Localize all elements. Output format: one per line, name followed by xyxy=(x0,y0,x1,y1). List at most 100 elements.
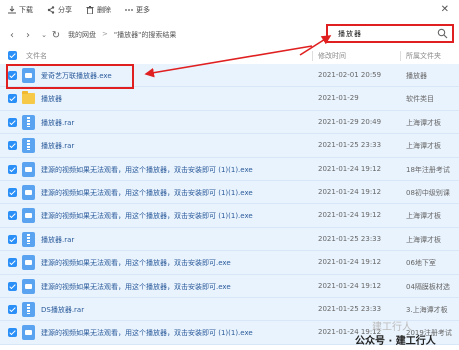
more-button[interactable]: 更多 xyxy=(125,5,150,15)
file-location[interactable]: 软件类目 xyxy=(406,94,458,104)
column-divider xyxy=(400,51,401,61)
exe-file-icon xyxy=(22,161,35,177)
more-dots-icon xyxy=(125,6,133,14)
trash-icon xyxy=(86,6,94,14)
table-row[interactable]: 建源的视频如果无法观看，用这个播放器，双击安装即可 (1)(1).exe 2021… xyxy=(0,157,459,181)
delete-button[interactable]: 删除 xyxy=(86,5,111,15)
exe-file-icon xyxy=(22,68,35,83)
close-icon[interactable]: ✕ xyxy=(441,5,449,15)
file-date: 2021-01-24 19:12 xyxy=(318,211,382,220)
file-name[interactable]: 建源的视频如果无法观看，用这个播放器，双击安装即可.exe xyxy=(41,282,231,292)
file-list: 爱奇艺万联播放器.exe 2021-02-01 20:59 播放器 播放器 2021-… xyxy=(0,64,459,345)
file-date: 2021-01-25 23:33 xyxy=(318,141,382,150)
table-row[interactable]: 爱奇艺万联播放器.exe 2021-02-01 20:59 播放器 xyxy=(0,64,459,88)
archive-file-icon xyxy=(22,231,35,247)
column-location[interactable]: 所属文件夹 xyxy=(406,51,441,61)
exe-file-icon xyxy=(22,184,35,200)
file-name[interactable]: 建源的视频如果无法观看，用这个播放器，双击安装即可 (1)(1).exe xyxy=(41,165,253,175)
column-divider xyxy=(312,51,313,61)
file-date: 2021-01-25 23:33 xyxy=(318,304,382,313)
table-row[interactable]: 建源的视频如果无法观看，用这个播放器，双击安装即可 (1)(1).exe 2021… xyxy=(0,180,459,205)
row-checkbox[interactable] xyxy=(8,304,17,314)
row-checkbox[interactable] xyxy=(8,281,17,291)
file-location[interactable]: 18年注册考试 xyxy=(406,165,458,175)
exe-file-icon xyxy=(22,208,35,224)
search-icon[interactable] xyxy=(437,28,448,39)
archive-file-icon xyxy=(22,301,35,317)
row-checkbox[interactable] xyxy=(8,328,17,338)
file-name[interactable]: 建源的视频如果无法观看，用这个播放器，双击安装即可 (1)(1).exe xyxy=(41,328,253,338)
table-row[interactable]: 播放器.rar 2021-01-29 20:49 上海谭才板 xyxy=(0,110,459,135)
file-location[interactable]: 上海谭才板 xyxy=(406,118,458,128)
file-name[interactable]: 建源的视频如果无法观看，用这个播放器，双击安装即可 (1)(1).exe xyxy=(41,188,253,198)
file-location[interactable]: 3.上海谭才板 xyxy=(406,305,458,315)
row-checkbox[interactable] xyxy=(8,258,17,268)
file-name[interactable]: DS播放器.rar xyxy=(41,305,84,315)
download-button[interactable]: 下载 xyxy=(8,5,33,15)
file-name[interactable]: 建源的视频如果无法观看，用这个播放器，双击安装即可 (1)(1).exe xyxy=(41,211,253,221)
row-checkbox[interactable] xyxy=(8,71,17,80)
file-location[interactable]: 08初中级别课 xyxy=(406,188,458,198)
file-date: 2021-01-24 19:12 xyxy=(318,258,382,267)
delete-label: 删除 xyxy=(97,6,111,14)
file-date: 2021-01-24 19:12 xyxy=(318,164,382,173)
breadcrumb-separator: > xyxy=(102,30,108,38)
breadcrumb-current: "播放器"的搜索结果 xyxy=(113,31,177,39)
download-icon xyxy=(8,6,16,14)
file-location[interactable]: 06地下室 xyxy=(406,258,458,268)
archive-file-icon xyxy=(22,114,35,130)
table-row[interactable]: 建源的视频如果无法观看，用这个播放器，双击安装即可 (1)(1).exe 2021… xyxy=(0,204,459,228)
row-checkbox[interactable] xyxy=(8,234,17,244)
share-label: 分享 xyxy=(58,6,72,14)
row-checkbox[interactable] xyxy=(8,187,17,197)
back-arrow-icon[interactable]: ‹ xyxy=(6,30,18,41)
row-checkbox[interactable] xyxy=(8,164,17,174)
table-row[interactable]: 播放器 2021-01-29 软件类目 xyxy=(0,87,459,111)
column-header: 文件名 修改时间 所属文件夹 xyxy=(0,48,459,64)
column-date[interactable]: 修改时间 xyxy=(318,51,346,61)
file-location[interactable]: 播放器 xyxy=(406,71,458,81)
exe-file-icon xyxy=(22,255,35,271)
watermark: 公众号 · 建工行人 xyxy=(355,336,436,347)
more-label: 更多 xyxy=(136,6,150,14)
download-label: 下载 xyxy=(19,6,33,14)
column-name[interactable]: 文件名 xyxy=(26,51,47,61)
row-checkbox[interactable] xyxy=(8,94,17,104)
archive-file-icon xyxy=(22,138,35,154)
file-date: 2021-01-25 23:33 xyxy=(318,234,382,243)
exe-file-icon xyxy=(22,278,35,294)
chevron-down-icon[interactable]: ⌄ xyxy=(38,31,50,39)
share-button[interactable]: 分享 xyxy=(47,5,72,15)
forward-arrow-icon[interactable]: › xyxy=(22,30,34,41)
file-date: 2021-01-24 19:12 xyxy=(318,187,382,196)
file-location[interactable]: 04隔膜板材选 xyxy=(406,282,458,292)
file-date: 2021-01-24 19:12 xyxy=(318,281,382,290)
file-name[interactable]: 爱奇艺万联播放器.exe xyxy=(41,71,112,81)
watermark-faint: 建工行人 xyxy=(372,322,412,333)
file-name[interactable]: 播放器.rar xyxy=(41,118,74,128)
file-location[interactable]: 上海谭才板 xyxy=(406,235,458,245)
file-name[interactable]: 播放器 xyxy=(41,94,62,104)
file-date: 2021-01-29 20:49 xyxy=(318,117,382,126)
table-row[interactable]: 建源的视频如果无法观看，用这个播放器，双击安装即可.exe 2021-01-24 … xyxy=(0,274,459,298)
table-row[interactable]: 播放器.rar 2021-01-25 23:33 上海谭才板 xyxy=(0,134,459,158)
search-input[interactable]: 播放器 xyxy=(326,24,454,43)
refresh-icon[interactable]: ↻ xyxy=(50,30,62,41)
row-checkbox[interactable] xyxy=(8,141,17,151)
file-location[interactable]: 上海谭才板 xyxy=(406,211,458,221)
file-date: 2021-02-01 20:59 xyxy=(318,71,382,79)
file-name[interactable]: 播放器.rar xyxy=(41,141,74,151)
toolbar: 下载 分享 删除 更多 xyxy=(0,0,459,20)
file-location[interactable]: 上海谭才板 xyxy=(406,141,458,151)
table-row[interactable]: 播放器.rar 2021-01-25 23:33 上海谭才板 xyxy=(0,227,459,252)
select-all-checkbox[interactable] xyxy=(8,51,17,60)
row-checkbox[interactable] xyxy=(8,117,17,127)
breadcrumb-root[interactable]: 我的网盘 xyxy=(68,30,96,40)
row-checkbox[interactable] xyxy=(8,211,17,221)
table-row[interactable]: 建源的视频如果无法观看，用这个播放器，双击安装即可.exe 2021-01-24 … xyxy=(0,251,459,275)
share-icon xyxy=(47,6,55,14)
file-name[interactable]: 建源的视频如果无法观看，用这个播放器，双击安装即可.exe xyxy=(41,258,231,268)
exe-file-icon xyxy=(22,325,35,341)
folder-icon xyxy=(22,91,35,105)
file-name[interactable]: 播放器.rar xyxy=(41,235,74,245)
